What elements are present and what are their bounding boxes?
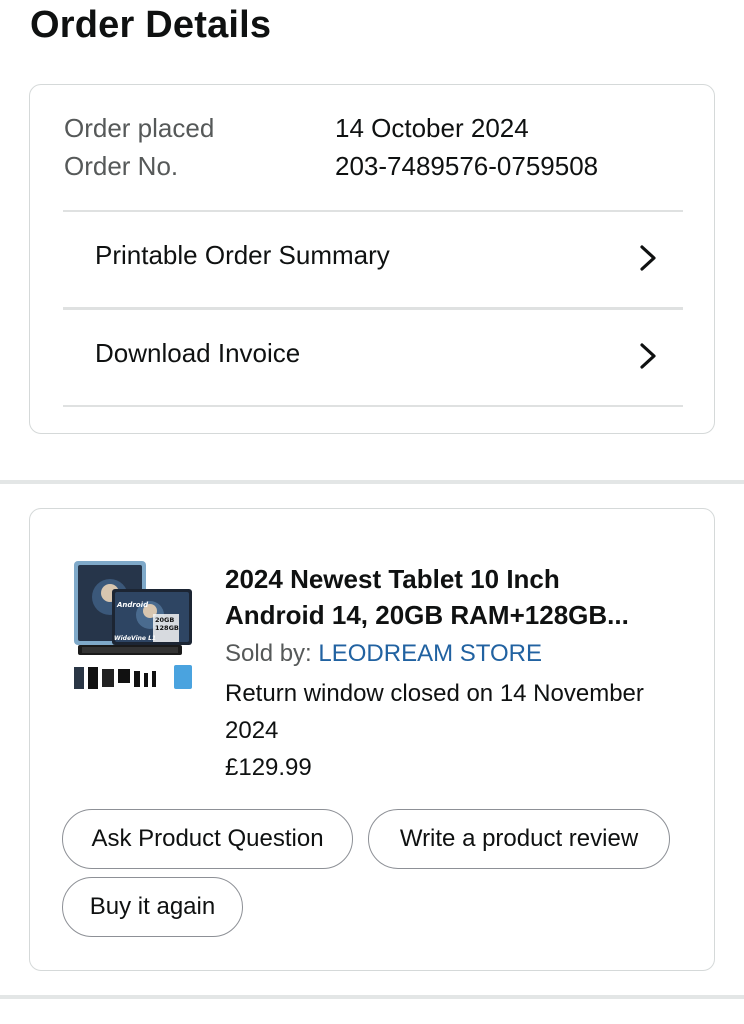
download-invoice-label: Download Invoice [95, 338, 301, 368]
ask-product-question-button[interactable]: Ask Product Question [62, 809, 353, 869]
seller-link[interactable]: LEODREAM STORE [318, 640, 542, 667]
chevron-right-icon [640, 245, 656, 271]
order-placed-label: Order placed [64, 113, 215, 143]
order-item-card: Android 20GB 128GB WideVine L1 2024 Newe… [29, 508, 715, 971]
product-title-line: 2024 Newest Tablet 10 Inch [225, 564, 560, 594]
sold-by-label: Sold by: [225, 640, 319, 667]
sold-by: Sold by: LEODREAM STORE [225, 639, 542, 669]
product-title-line: Android 14, 20GB RAM+128GB... [225, 600, 629, 630]
order-summary-card: Order placed 14 October 2024 Order No. 2… [29, 84, 715, 434]
download-invoice-link[interactable]: Download Invoice [63, 310, 683, 406]
image-text-drm: WideVine L1 [114, 635, 156, 642]
chevron-right-icon [640, 343, 656, 369]
section-separator [0, 995, 744, 999]
return-window-text: Return window closed on 14 November 2024 [225, 680, 644, 744]
item-price: £129.99 [225, 754, 312, 781]
section-separator [0, 480, 744, 484]
divider [63, 405, 683, 407]
image-text-storage: 128GB [155, 624, 179, 632]
printable-order-summary-link[interactable]: Printable Order Summary [63, 212, 683, 308]
image-text-os: Android [116, 601, 149, 609]
order-number-value: 203-7489576-0759508 [335, 151, 599, 181]
page-title: Order Details [30, 4, 272, 46]
image-text-ram: 20GB [155, 616, 174, 624]
product-title-link[interactable]: 2024 Newest Tablet 10 Inch Android 14, 2… [225, 561, 695, 633]
printable-order-summary-label: Printable Order Summary [95, 240, 390, 270]
buy-again-button[interactable]: Buy it again [62, 877, 243, 937]
order-number-label: Order No. [64, 151, 179, 181]
order-placed-date: 14 October 2024 [335, 113, 529, 143]
product-image[interactable]: Android 20GB 128GB WideVine L1 [70, 559, 194, 691]
write-review-button[interactable]: Write a product review [368, 809, 670, 869]
